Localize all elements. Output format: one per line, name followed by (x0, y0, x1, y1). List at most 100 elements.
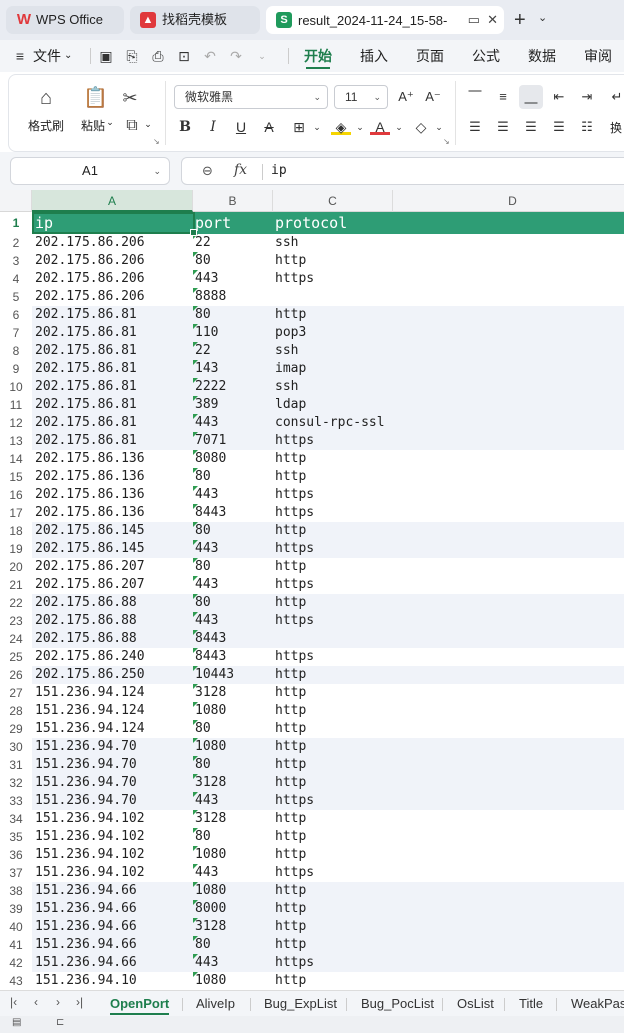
cell-protocol[interactable]: http (275, 684, 475, 702)
cell-port[interactable]: 3128 (195, 918, 271, 936)
cell-ip[interactable]: 202.175.86.136 (35, 504, 191, 522)
cell-protocol[interactable]: https (275, 612, 475, 630)
cell-protocol[interactable]: http (275, 900, 475, 918)
cell-protocol[interactable]: https (275, 504, 475, 522)
fill-color-icon[interactable]: ◈ (331, 117, 351, 135)
font-dialog-icon[interactable]: ↘ (443, 137, 450, 146)
row-header[interactable]: 36 (0, 846, 32, 864)
cell-protocol[interactable]: http (275, 972, 475, 990)
cell-ip[interactable]: 202.175.86.240 (35, 648, 191, 666)
cell-protocol[interactable]: pop3 (275, 324, 475, 342)
cell-protocol[interactable]: http (275, 594, 475, 612)
next-sheet-icon[interactable]: › (56, 995, 60, 1009)
increase-font-icon[interactable]: A⁺ (396, 87, 416, 107)
italic-icon[interactable]: I (203, 117, 223, 137)
cell-port[interactable]: 7071 (195, 432, 271, 450)
cell-ip[interactable]: 151.236.94.102 (35, 828, 191, 846)
row-header[interactable]: 14 (0, 450, 32, 468)
cell-port[interactable]: 3128 (195, 810, 271, 828)
cell-ip[interactable]: 151.236.94.66 (35, 900, 191, 918)
decrease-indent-icon[interactable]: ⇤ (549, 87, 569, 107)
row-header[interactable]: 16 (0, 486, 32, 504)
cell-port[interactable]: 3128 (195, 774, 271, 792)
cell-protocol[interactable]: imap (275, 360, 475, 378)
cell-protocol[interactable]: https (275, 540, 475, 558)
fx-icon[interactable]: fx (234, 162, 247, 178)
cell-protocol[interactable]: http (275, 918, 475, 936)
row-header[interactable]: 4 (0, 270, 32, 288)
row-header[interactable]: 8 (0, 342, 32, 360)
cell-port[interactable]: 80 (195, 468, 271, 486)
cell-port[interactable]: 110 (195, 324, 271, 342)
cell-protocol[interactable]: ssh (275, 378, 475, 396)
align-right-icon[interactable]: ☰ (521, 117, 541, 137)
save-icon[interactable]: ▣ (98, 48, 114, 64)
cell-port[interactable]: 1080 (195, 738, 271, 756)
row-header[interactable]: 7 (0, 324, 32, 342)
paste-chevron-icon[interactable]: ⌄ (105, 117, 115, 128)
row-header[interactable]: 9 (0, 360, 32, 378)
cell-ip[interactable]: 202.175.86.81 (35, 324, 191, 342)
cell-port[interactable]: 10443 (195, 666, 271, 684)
cell-ip[interactable]: 202.175.86.81 (35, 378, 191, 396)
new-tab-icon[interactable]: + (514, 9, 526, 31)
cell-ip[interactable]: 202.175.86.207 (35, 576, 191, 594)
menu-insert[interactable]: 插入 (360, 40, 388, 72)
cell-protocol[interactable]: ssh (275, 234, 475, 252)
cell-protocol[interactable]: http (275, 756, 475, 774)
cell-ip[interactable]: 151.236.94.102 (35, 846, 191, 864)
cell-port[interactable]: 80 (195, 720, 271, 738)
cell-port[interactable]: 443 (195, 792, 271, 810)
cell-protocol[interactable]: http (275, 738, 475, 756)
row-header[interactable]: 37 (0, 864, 32, 882)
cell-port[interactable]: 3128 (195, 684, 271, 702)
cell-ip[interactable]: 202.175.86.145 (35, 522, 191, 540)
font-name-select[interactable]: 微软雅黑 ⌄ (174, 85, 328, 109)
cell-ip[interactable]: 202.175.86.81 (35, 306, 191, 324)
sheet-tab-aliveip[interactable]: AliveIp (196, 991, 235, 1017)
cell-protocol[interactable]: http (275, 828, 475, 846)
cell-protocol[interactable]: http (275, 252, 475, 270)
cell-ip[interactable]: 151.236.94.10 (35, 972, 191, 990)
align-left-icon[interactable]: ☰ (465, 117, 485, 137)
cell-port[interactable]: 22 (195, 342, 271, 360)
row-header[interactable]: 28 (0, 702, 32, 720)
font-size-select[interactable]: 11 ⌄ (334, 85, 388, 109)
increase-indent-icon[interactable]: ⇥ (577, 87, 597, 107)
cell-port[interactable]: 80 (195, 756, 271, 774)
row-header[interactable]: 15 (0, 468, 32, 486)
row-header[interactable]: 27 (0, 684, 32, 702)
tab-wps-office[interactable]: W WPS Office (6, 6, 124, 34)
cell-protocol[interactable] (275, 630, 475, 648)
row-header[interactable]: 1 (0, 212, 32, 234)
cell-ip[interactable]: 202.175.86.88 (35, 594, 191, 612)
cell-ip[interactable]: 202.175.86.88 (35, 612, 191, 630)
cell-ip[interactable]: 151.236.94.70 (35, 756, 191, 774)
cell-port[interactable]: 8000 (195, 900, 271, 918)
cell-port[interactable]: 8888 (195, 288, 271, 306)
clear-format-icon[interactable]: ◇ (411, 117, 431, 137)
tab-spreadsheet-file[interactable]: Sresult_2024-11-24_15-58-24 ▭ ✕ (266, 6, 504, 34)
cell-port[interactable]: 389 (195, 396, 271, 414)
cell-port[interactable]: 1080 (195, 972, 271, 990)
chevron-down-icon[interactable]: ⌄ (538, 11, 547, 24)
select-all-corner[interactable] (0, 190, 32, 212)
clipboard-dialog-icon[interactable]: ↘ (153, 137, 160, 146)
cell-protocol[interactable]: http (275, 846, 475, 864)
row-header[interactable]: 41 (0, 936, 32, 954)
prev-sheet-icon[interactable]: ‹ (34, 995, 38, 1009)
row-header[interactable]: 10 (0, 378, 32, 396)
hamburger-menu-icon[interactable]: ≡ (12, 48, 28, 64)
row-header[interactable]: 25 (0, 648, 32, 666)
sheet-tab-openport[interactable]: OpenPort (110, 991, 170, 1017)
copy-icon[interactable]: ⧉ (121, 115, 143, 137)
cell-ip[interactable]: 151.236.94.66 (35, 936, 191, 954)
cell-protocol[interactable]: http (275, 774, 475, 792)
row-header[interactable]: 26 (0, 666, 32, 684)
row-header[interactable]: 5 (0, 288, 32, 306)
spreadsheet-grid[interactable]: A B C D 1 2 3 4 5 6 7 8 9 10 11 12 13 14 15 16 17 18 19 20 2… (0, 190, 624, 990)
cell-port[interactable]: 80 (195, 522, 271, 540)
font-color-icon[interactable]: A (370, 117, 390, 135)
cell-ip[interactable]: 151.236.94.66 (35, 882, 191, 900)
cell-port[interactable]: 22 (195, 234, 271, 252)
